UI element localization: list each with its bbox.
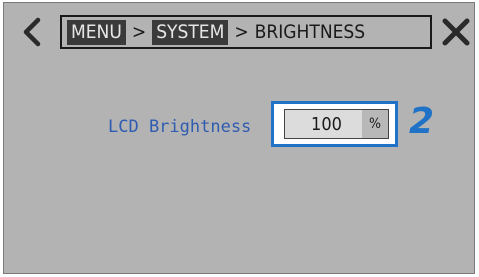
brightness-value-field[interactable]: 100 % — [284, 109, 389, 139]
breadcrumb-item-menu[interactable]: MENU — [67, 19, 126, 45]
brightness-unit: % — [362, 110, 388, 138]
back-button[interactable] — [18, 17, 48, 47]
chevron-left-icon — [23, 17, 41, 47]
device-screen: MENU > SYSTEM > BRIGHTNESS LCD Brightnes… — [3, 2, 475, 274]
breadcrumb-separator: > — [234, 21, 249, 43]
brightness-value: 100 — [311, 113, 342, 135]
breadcrumb-item-brightness: BRIGHTNESS — [254, 21, 366, 43]
step-number-badge: 2 — [409, 101, 435, 142]
close-icon — [442, 18, 470, 46]
breadcrumb-item-system[interactable]: SYSTEM — [152, 19, 229, 45]
breadcrumb: MENU > SYSTEM > BRIGHTNESS — [60, 15, 432, 49]
close-button[interactable] — [441, 17, 471, 47]
lcd-brightness-label: LCD Brightness — [108, 117, 252, 137]
breadcrumb-separator: > — [131, 21, 147, 43]
